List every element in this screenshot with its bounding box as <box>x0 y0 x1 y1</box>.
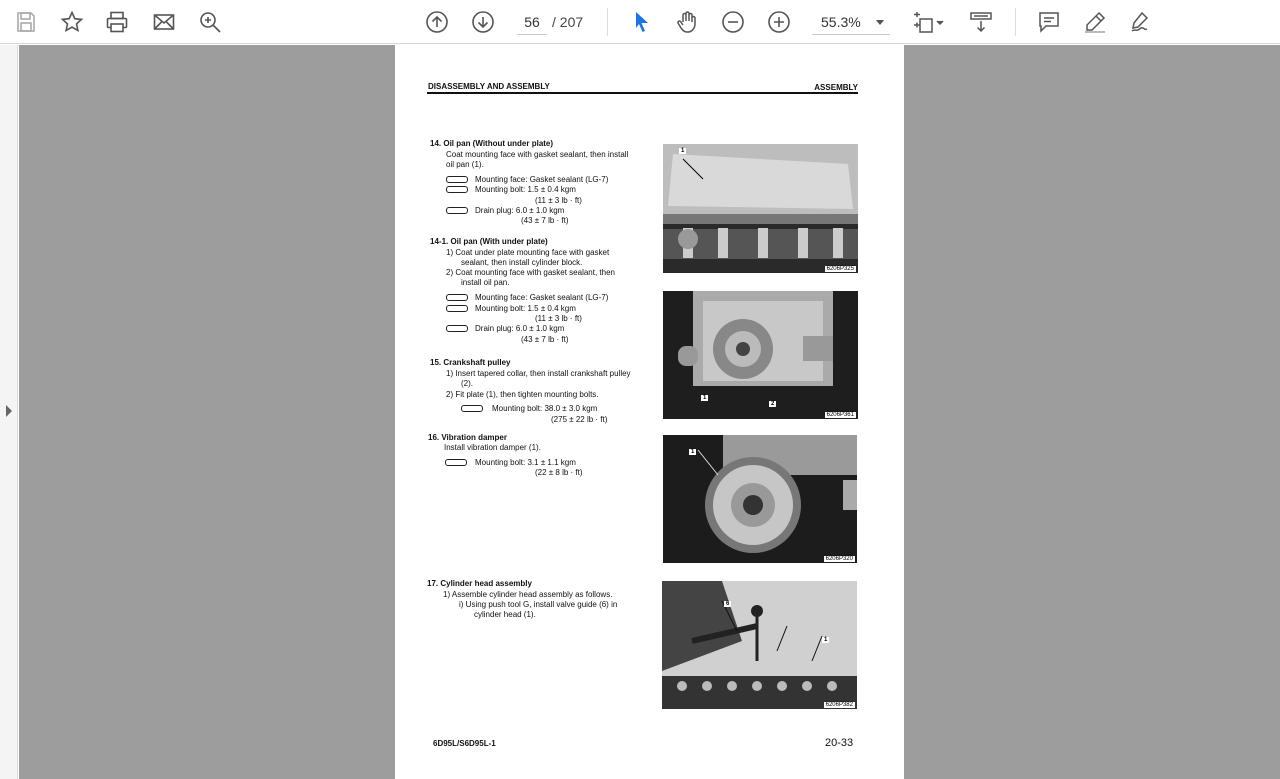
section-14-1-item2b: install oil pan. <box>461 278 510 287</box>
section-14-1-item1b: sealant, then install cylinder block. <box>461 258 583 267</box>
section-16-mounting-bolt: Mounting bolt: 3.1 ± 1.1 kgm <box>475 458 576 467</box>
photo-cylinder-head: 6 1 6206P382 <box>662 581 857 709</box>
torque-wrench-icon <box>446 325 468 332</box>
section-17-item1: 1) Assemble cylinder head assembly as fo… <box>443 590 613 599</box>
bookmark-star-icon[interactable] <box>56 6 88 38</box>
section-15-mounting-bolt: Mounting bolt: 38.0 ± 3.0 kgm <box>492 404 598 413</box>
section-15-item2: 2) Fit plate (1), then tighten mounting … <box>446 390 599 399</box>
cylinder-head-photo-image <box>662 581 857 709</box>
section-14-1-mounting-face: Mounting face: Gasket sealant (LG-7) <box>475 293 609 302</box>
torque-wrench-icon <box>461 405 483 412</box>
section-14-1-mounting-bolt: Mounting bolt: 1.5 ± 0.4 kgm <box>475 304 576 313</box>
section-15-mounting-bolt-imperial: (275 ± 22 lb · ft) <box>551 415 608 424</box>
torque-wrench-icon <box>445 459 467 466</box>
select-cursor-icon[interactable] <box>626 6 658 38</box>
toolbar-divider <box>1015 8 1016 36</box>
zoom-out-icon[interactable] <box>717 6 749 38</box>
save-icon[interactable] <box>10 6 42 38</box>
photo-callout: 1 <box>679 148 687 154</box>
photo-callout: 2 <box>769 401 777 407</box>
crankshaft-photo-image <box>663 291 858 419</box>
page-footer-left: 6D95L/S6D95L-1 <box>433 739 496 748</box>
side-panel-toggle[interactable] <box>0 45 18 779</box>
section-15-item1a: 1) Insert tapered collar, then install c… <box>446 369 631 378</box>
photo-oil-pan: 1 6206P325 <box>663 144 858 273</box>
section-17-item1-i-a: i) Using push tool G, install valve guid… <box>459 600 618 609</box>
page-total: / 207 <box>552 14 584 30</box>
section-14-1-drain-plug: Drain plug: 6.0 ± 1.0 kgm <box>475 324 565 333</box>
header-rule <box>427 92 858 94</box>
zoom-level-value: 55.3% <box>821 14 861 30</box>
comment-icon[interactable] <box>1033 6 1065 38</box>
photo-callout: 1 <box>822 637 830 643</box>
page-header-left: DISASSEMBLY AND ASSEMBLY <box>428 82 550 91</box>
section-14-drain-plug-imperial: (43 ± 7 lb · ft) <box>521 216 569 225</box>
sealant-icon <box>446 294 468 301</box>
section-14-mounting-bolt: Mounting bolt: 1.5 ± 0.4 kgm <box>475 185 576 194</box>
photo-code: 6206P320 <box>823 556 855 562</box>
section-17-item1-i-b: cylinder head (1). <box>474 610 536 619</box>
section-15-title: 15. Crankshaft pulley <box>430 358 511 367</box>
section-15-item1b: (2). <box>461 379 473 388</box>
section-16-line1: Install vibration damper (1). <box>444 443 541 452</box>
section-14-1-mounting-bolt-imperial: (11 ± 3 lb · ft) <box>535 314 582 323</box>
torque-wrench-icon <box>446 186 468 193</box>
page-footer-right: 20-33 <box>825 737 854 749</box>
section-14-line1: Coat mounting face with gasket sealant, … <box>446 150 629 159</box>
hand-pan-icon[interactable] <box>671 6 703 38</box>
zoom-level-dropdown[interactable]: 55.3% <box>812 9 890 35</box>
highlight-pen-icon[interactable] <box>1079 6 1111 38</box>
section-14-line2: oil pan (1). <box>446 160 484 169</box>
photo-code: 6206P325 <box>824 266 856 272</box>
section-14-mounting-bolt-imperial: (11 ± 3 lb · ft) <box>535 196 582 205</box>
section-14-title: 14. Oil pan (Without under plate) <box>430 139 554 148</box>
photo-callout: 1 <box>701 395 709 401</box>
sealant-icon <box>446 176 468 183</box>
chevron-down-icon <box>876 20 884 25</box>
photo-callout: 6 <box>724 601 732 607</box>
toolbar: 56 / 207 55.3% <box>0 0 1280 44</box>
section-14-1-item1a: 1) Coat under plate mounting face with g… <box>446 248 610 257</box>
page-up-icon[interactable] <box>421 6 453 38</box>
torque-wrench-icon <box>446 305 468 312</box>
page-down-icon[interactable] <box>467 6 499 38</box>
photo-crankshaft-pulley: 1 2 6206P361 <box>663 291 858 419</box>
section-14-1-title: 14-1. Oil pan (With under plate) <box>430 237 548 246</box>
print-icon[interactable] <box>101 6 133 38</box>
torque-wrench-icon <box>446 207 468 214</box>
zoom-in-icon[interactable] <box>763 6 795 38</box>
section-17-title: 17. Cylinder head assembly <box>427 579 532 588</box>
expand-arrow-icon <box>6 405 12 417</box>
section-16-title: 16. Vibration damper <box>428 433 507 442</box>
email-icon[interactable] <box>148 6 180 38</box>
pdf-page: DISASSEMBLY AND ASSEMBLY ASSEMBLY 14. Oi… <box>395 45 904 779</box>
section-14-drain-plug: Drain plug: 6.0 ± 1.0 kgm <box>475 206 565 215</box>
page-header-right: ASSEMBLY <box>814 83 858 92</box>
section-14-1-item2a: 2) Coat mounting face with gasket sealan… <box>446 268 615 277</box>
section-16-mounting-bolt-imperial: (22 ± 8 lb · ft) <box>535 468 583 477</box>
oil-pan-photo-image <box>663 144 858 273</box>
sign-pen-icon[interactable] <box>1124 6 1156 38</box>
fit-page-icon[interactable] <box>908 6 948 38</box>
photo-code: 6206P361 <box>824 412 856 418</box>
section-14-1-drain-plug-imperial: (43 ± 7 lb · ft) <box>521 335 569 344</box>
toolbar-divider <box>607 8 608 36</box>
section-14-mounting-face: Mounting face: Gasket sealant (LG-7) <box>475 175 609 184</box>
page-number-input[interactable]: 56 <box>517 9 547 35</box>
photo-code: 6206P382 <box>823 702 855 708</box>
scroll-mode-icon[interactable] <box>965 6 997 38</box>
photo-callout: 1 <box>689 449 697 455</box>
zoom-search-icon[interactable] <box>194 6 226 38</box>
photo-vibration-damper: 1 6206P320 <box>663 435 857 563</box>
